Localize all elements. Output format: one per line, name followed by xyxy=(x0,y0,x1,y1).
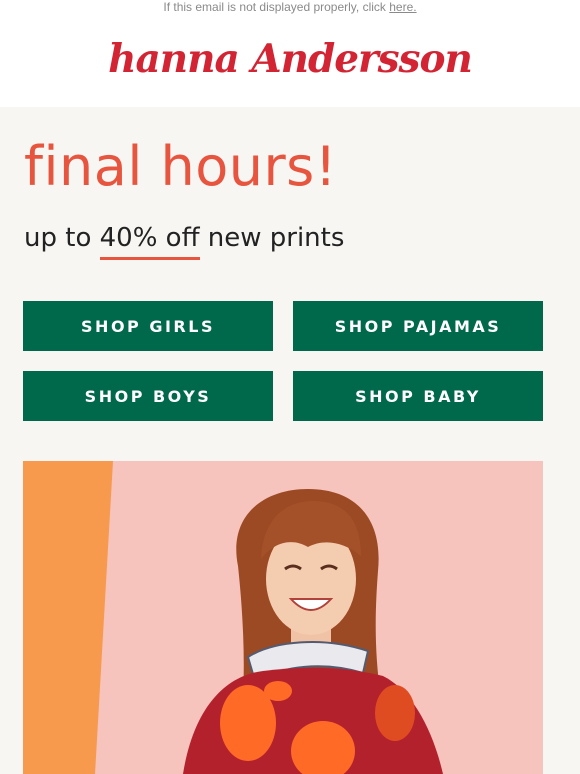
shop-baby-button[interactable]: SHOP BABY xyxy=(293,371,543,421)
brand-logo[interactable]: hanna Andersson xyxy=(108,36,473,82)
hero-photo-illustration xyxy=(23,461,543,774)
offer-highlight: 40% off xyxy=(99,223,200,260)
view-in-browser-link[interactable]: here. xyxy=(389,0,416,14)
headline: final hours! xyxy=(24,135,337,198)
offer-subline: up to 40% off new prints xyxy=(24,221,345,260)
header: hanna Andersson xyxy=(0,15,580,107)
shop-boys-button[interactable]: SHOP BOYS xyxy=(23,371,273,421)
offer-suffix: new prints xyxy=(199,223,345,253)
hero-photo[interactable] xyxy=(23,461,543,774)
shop-pajamas-button[interactable]: SHOP PAJAMAS xyxy=(293,301,543,351)
shop-girls-button[interactable]: SHOP GIRLS xyxy=(23,301,273,351)
offer-prefix: up to xyxy=(24,223,100,253)
preheader: If this email is not displayed properly,… xyxy=(0,0,580,15)
preheader-text: If this email is not displayed properly,… xyxy=(163,0,390,14)
